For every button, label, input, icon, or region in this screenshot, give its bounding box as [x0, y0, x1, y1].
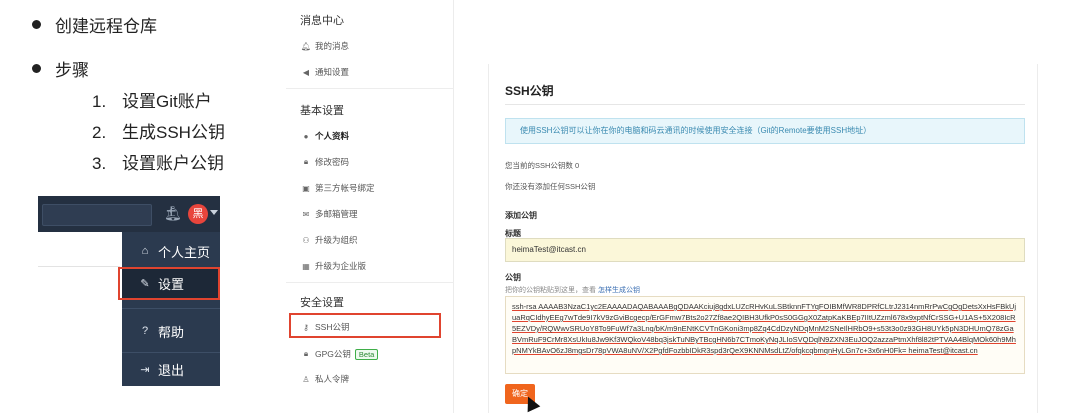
- bullet-create-repo: 创建远程仓库: [32, 12, 157, 37]
- section-title-basic: 基本设置: [300, 105, 344, 117]
- sidebar-item-emails[interactable]: ✉ 多邮箱管理: [300, 208, 358, 220]
- chevron-down-icon[interactable]: [210, 210, 218, 215]
- menu-item-home[interactable]: ⌂ 个人主页: [122, 236, 220, 266]
- key-count-text: 您当前的SSH公钥数 0: [505, 161, 580, 170]
- how-to-generate-link[interactable]: 怎样生成公钥: [598, 287, 640, 294]
- menu-divider: [122, 308, 220, 309]
- logout-icon: ⇥: [140, 363, 150, 376]
- bullet-steps: 步骤: [32, 56, 89, 81]
- section-title-messages: 消息中心: [300, 15, 344, 27]
- page-title: SSH公钥: [505, 84, 554, 98]
- info-banner: 使用SSH公钥可以让你在你的电脑和码云通讯的时候使用安全连接（Git的Remot…: [505, 118, 1025, 144]
- building-icon: ▦: [302, 261, 310, 271]
- beta-badge: Beta: [354, 348, 379, 360]
- sidebar-item-tokens[interactable]: ♙ 私人令牌: [300, 373, 349, 385]
- bell-icon: 🔔︎: [300, 41, 312, 51]
- token-icon: ♙: [302, 374, 310, 384]
- step-item: 2. 生成SSH公钥: [92, 123, 225, 142]
- public-key-text: ssh-rsa AAAAB3NzaC1yc2EAAAADAQABAAABgQDA…: [512, 302, 1017, 355]
- menu-item-help[interactable]: ? 帮助: [122, 316, 220, 346]
- home-icon: ⌂: [141, 245, 149, 257]
- mail-icon: ✉: [302, 209, 310, 219]
- menu-item-logout[interactable]: ⇥ 退出: [122, 354, 220, 384]
- divider: [286, 88, 454, 89]
- title-input[interactable]: heimaTest@itcast.cn: [505, 238, 1025, 262]
- key-hint: 把你的公钥粘贴到这里，查看 怎样生成公钥: [505, 287, 640, 294]
- sidebar-item-notify-settings[interactable]: ◀ 通知设置: [300, 66, 349, 78]
- avatar[interactable]: 黑: [188, 204, 208, 224]
- step-item: 1. 设置Git账户: [92, 92, 212, 111]
- user-dropdown-menu: ⌂ 个人主页 ✎ 设置 ? 帮助 ⇥ 退出: [122, 232, 220, 386]
- bullet-dot: [32, 20, 41, 29]
- no-key-text: 你还没有添加任何SSH公钥: [505, 182, 596, 191]
- user-icon: ●: [303, 131, 309, 141]
- slide-panel: 创建远程仓库 步骤 1. 设置Git账户 2. 生成SSH公钥 3. 设置账户公钥 🔔…: [0, 0, 280, 413]
- public-key-textarea[interactable]: ssh-rsa AAAAB3NzaC1yc2EAAAADAQABAAABgQDA…: [505, 296, 1025, 374]
- speaker-icon: ◀: [302, 67, 310, 77]
- sidebar-item-profile[interactable]: ● 个人资料: [300, 130, 349, 142]
- sidebar-item-upgrade-org[interactable]: ⚇ 升级为组织: [300, 234, 357, 246]
- bullet-dot: [32, 64, 41, 73]
- key-label: 公钥: [505, 273, 521, 282]
- divider: [505, 104, 1025, 105]
- sidebar-item-my-messages[interactable]: 🔔︎ 我的消息: [300, 40, 349, 52]
- mini-search-input[interactable]: [42, 204, 152, 226]
- add-key-heading: 添加公钥: [505, 211, 537, 220]
- settings-sidebar: 消息中心 🔔︎ 我的消息 ◀ 通知设置 基本设置 ● 个人资料 🔒︎ 修改密码 ▣ 第三方…: [286, 0, 454, 413]
- highlight-box-ssh: [289, 313, 441, 338]
- divider: [38, 266, 120, 267]
- sidebar-item-gpg-keys[interactable]: 🔒︎ GPG公钥 Beta: [300, 348, 379, 360]
- sidebar-item-upgrade-enterprise[interactable]: ▦ 升级为企业版: [300, 260, 366, 272]
- sidebar-item-password[interactable]: 🔒︎ 修改密码: [300, 156, 349, 168]
- lock-icon: 🔒︎: [303, 349, 309, 358]
- step-item: 3. 设置账户公钥: [92, 154, 224, 173]
- divider: [286, 282, 454, 283]
- sidebar-item-third-party[interactable]: ▣ 第三方帐号绑定: [300, 182, 374, 194]
- mini-topbar: 🔔︎ + 黑: [38, 196, 220, 232]
- help-icon: ?: [141, 325, 149, 337]
- plus-icon[interactable]: +: [166, 201, 177, 222]
- menu-divider: [122, 352, 220, 353]
- group-icon: ⚇: [302, 235, 310, 245]
- section-title-security: 安全设置: [300, 297, 344, 309]
- highlight-box-settings: [118, 267, 220, 300]
- lock-icon: 🔒︎: [303, 157, 309, 166]
- ssh-key-panel: SSH公钥 使用SSH公钥可以让你在你的电脑和码云通讯的时候使用安全连接（Git…: [488, 64, 1038, 413]
- steps-list: 1. 设置Git账户 2. 生成SSH公钥 3. 设置账户公钥: [92, 86, 225, 179]
- link-icon: ▣: [302, 183, 310, 193]
